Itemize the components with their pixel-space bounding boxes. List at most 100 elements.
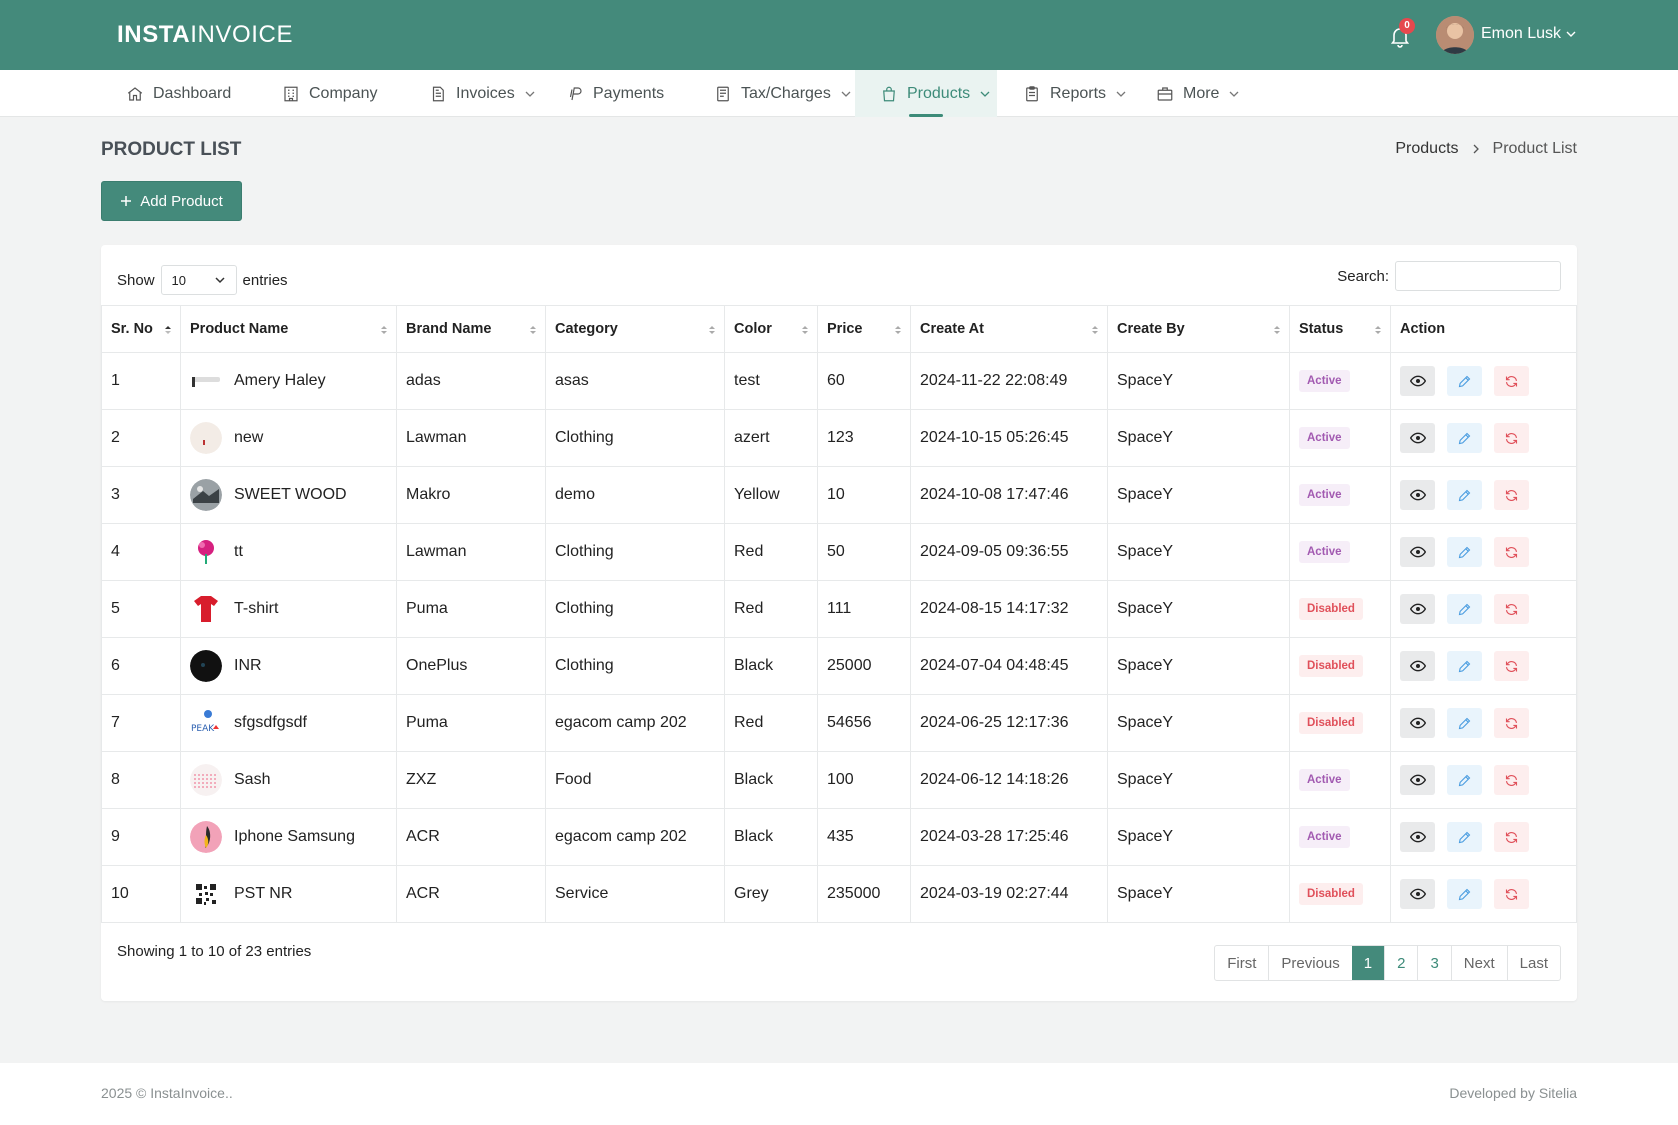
cell-status: Active <box>1289 808 1391 866</box>
col-create-at[interactable]: Create At <box>910 305 1108 353</box>
entries-select[interactable]: 10 <box>160 265 237 295</box>
cell-brand-name: OnePlus <box>396 637 546 695</box>
cell-status: Disabled <box>1289 865 1391 923</box>
refresh-icon <box>1505 831 1518 843</box>
breadcrumb-products[interactable]: Products <box>1395 140 1458 158</box>
col-brand-name[interactable]: Brand Name <box>396 305 546 353</box>
view-button[interactable] <box>1400 765 1435 795</box>
nav-more[interactable]: More <box>1156 70 1240 117</box>
edit-button[interactable] <box>1447 480 1482 510</box>
nav-invoices[interactable]: Invoices <box>429 70 536 117</box>
refresh-icon <box>1505 489 1518 501</box>
toggle-status-button[interactable] <box>1494 537 1529 567</box>
sort-icon <box>709 326 715 334</box>
cell-action <box>1390 466 1577 524</box>
nav-dashboard[interactable]: Dashboard <box>126 70 231 117</box>
toggle-status-button[interactable] <box>1494 594 1529 624</box>
view-button[interactable] <box>1400 366 1435 396</box>
table-row: 7 PEAK sfgsdfgsdf Puma egacom camp 202 Red 546… <box>101 694 1577 752</box>
toggle-status-button[interactable] <box>1494 879 1529 909</box>
view-button[interactable] <box>1400 423 1435 453</box>
col-create-by[interactable]: Create By <box>1107 305 1290 353</box>
cell-sr-no: 10 <box>101 865 181 923</box>
toggle-status-button[interactable] <box>1494 765 1529 795</box>
edit-button[interactable] <box>1447 594 1482 624</box>
eye-icon <box>1409 774 1426 786</box>
chevron-right-icon <box>1473 144 1479 154</box>
col-price[interactable]: Price <box>817 305 911 353</box>
edit-button[interactable] <box>1447 366 1482 396</box>
cell-create-at: 2024-11-22 22:08:49 <box>910 352 1108 410</box>
cell-action <box>1390 409 1577 467</box>
toggle-status-button[interactable] <box>1494 708 1529 738</box>
page-last[interactable]: Last <box>1506 946 1560 980</box>
view-button[interactable] <box>1400 879 1435 909</box>
page-3[interactable]: 3 <box>1417 946 1450 980</box>
cell-create-by: SpaceY <box>1107 808 1290 866</box>
product-thumbnail <box>190 650 222 682</box>
toggle-status-button[interactable] <box>1494 651 1529 681</box>
page-2[interactable]: 2 <box>1384 946 1417 980</box>
nav-reports[interactable]: Reports <box>1023 70 1127 117</box>
pencil-icon <box>1458 603 1471 615</box>
edit-button[interactable] <box>1447 765 1482 795</box>
edit-button[interactable] <box>1447 822 1482 852</box>
cell-create-at: 2024-07-04 04:48:45 <box>910 637 1108 695</box>
table-row: 3 SWEET WOOD Makro demo Yellow 10 2024-10-08 1… <box>101 466 1577 524</box>
view-button[interactable] <box>1400 537 1435 567</box>
cell-price: 54656 <box>817 694 911 752</box>
cell-status: Disabled <box>1289 637 1391 695</box>
view-button[interactable] <box>1400 822 1435 852</box>
nav-payments[interactable]: Payments <box>566 70 664 117</box>
page-first[interactable]: First <box>1215 946 1268 980</box>
edit-button[interactable] <box>1447 423 1482 453</box>
page-1[interactable]: 1 <box>1351 946 1385 980</box>
cell-color: azert <box>724 409 818 467</box>
brand-logo[interactable]: INSTAINVOICE <box>117 21 293 49</box>
invoice-icon <box>432 86 444 101</box>
view-button[interactable] <box>1400 708 1435 738</box>
view-button[interactable] <box>1400 594 1435 624</box>
view-button[interactable] <box>1400 651 1435 681</box>
cell-create-at: 2024-03-19 02:27:44 <box>910 865 1108 923</box>
edit-button[interactable] <box>1447 708 1482 738</box>
edit-button[interactable] <box>1447 537 1482 567</box>
col-category[interactable]: Category <box>545 305 725 353</box>
add-product-button[interactable]: Add Product <box>101 181 242 221</box>
cell-color: Yellow <box>724 466 818 524</box>
toggle-status-button[interactable] <box>1494 423 1529 453</box>
cell-sr-no: 2 <box>101 409 181 467</box>
chevron-down-icon <box>980 91 990 97</box>
cell-create-at: 2024-03-28 17:25:46 <box>910 808 1108 866</box>
col-sr-no[interactable]: Sr. No <box>101 305 181 353</box>
notification-badge: 0 <box>1399 18 1415 34</box>
search-input[interactable] <box>1395 261 1561 291</box>
col-status[interactable]: Status <box>1289 305 1391 353</box>
toggle-status-button[interactable] <box>1494 480 1529 510</box>
status-badge: Disabled <box>1299 883 1363 905</box>
product-thumbnail <box>190 422 222 454</box>
user-menu[interactable]: Emon Lusk <box>1481 25 1577 43</box>
edit-button[interactable] <box>1447 651 1482 681</box>
page-previous[interactable]: Previous <box>1268 946 1351 980</box>
view-button[interactable] <box>1400 480 1435 510</box>
nav-products[interactable]: Products <box>855 70 997 117</box>
nav-company[interactable]: Company <box>282 70 377 117</box>
cell-create-by: SpaceY <box>1107 637 1290 695</box>
product-thumbnail <box>190 365 222 397</box>
toggle-status-button[interactable] <box>1494 366 1529 396</box>
col-color[interactable]: Color <box>724 305 818 353</box>
refresh-icon <box>1505 432 1518 444</box>
edit-button[interactable] <box>1447 879 1482 909</box>
nav-tax-charges[interactable]: Tax/Charges <box>714 70 852 117</box>
page-next[interactable]: Next <box>1450 946 1507 980</box>
cell-product-name: new <box>180 409 397 467</box>
sort-icon <box>1274 326 1280 334</box>
building-icon <box>284 86 298 101</box>
cell-sr-no: 7 <box>101 694 181 752</box>
toggle-status-button[interactable] <box>1494 822 1529 852</box>
avatar[interactable] <box>1436 16 1474 54</box>
cell-product-name: PEAK sfgsdfgsdf <box>180 694 397 752</box>
table-row: 10 PST NR ACR Service Grey 235000 2024-03-19 0… <box>101 865 1577 923</box>
col-product-name[interactable]: Product Name <box>180 305 397 353</box>
